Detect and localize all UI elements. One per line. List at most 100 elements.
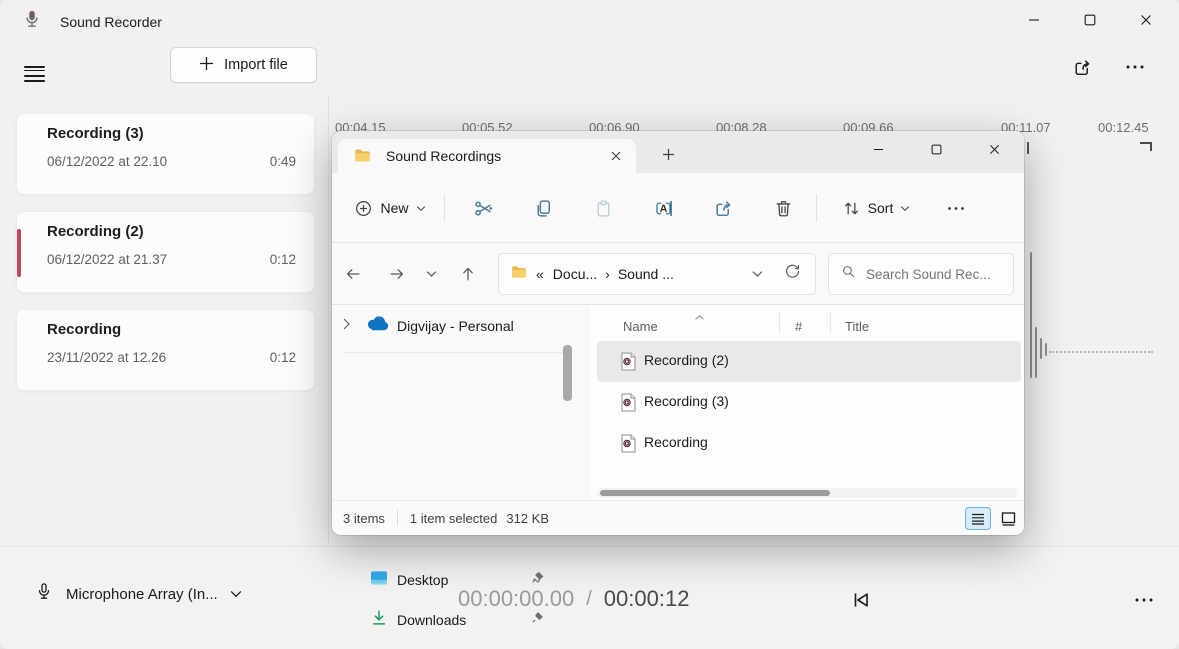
explorer-tab[interactable]: Sound Recordings bbox=[338, 139, 636, 173]
column-separator[interactable] bbox=[779, 312, 780, 334]
recording-duration: 0:49 bbox=[270, 154, 296, 169]
recording-date: 23/11/2022 at 12.26 bbox=[47, 350, 166, 365]
chevron-down-icon bbox=[230, 585, 242, 603]
minimize-icon[interactable] bbox=[1014, 5, 1054, 35]
explorer-close-icon[interactable] bbox=[968, 134, 1020, 164]
toolbar-more-icon[interactable] bbox=[936, 188, 976, 228]
column-header-name[interactable]: Name bbox=[623, 319, 658, 334]
explorer-addressbar: « Docu... › Sound ... bbox=[332, 243, 1024, 305]
up-icon[interactable] bbox=[452, 258, 484, 290]
skip-back-icon bbox=[850, 589, 872, 611]
nav-item-downloads[interactable]: Downloads bbox=[332, 603, 562, 637]
copy-icon bbox=[533, 198, 554, 219]
waveform-baseline bbox=[1049, 351, 1153, 353]
share-icon[interactable] bbox=[1064, 49, 1100, 85]
recording-name: Recording (3) bbox=[47, 125, 144, 142]
microphone-selector[interactable]: Microphone Array (In... bbox=[34, 581, 242, 607]
copy-button[interactable] bbox=[523, 188, 563, 228]
refresh-icon[interactable] bbox=[784, 263, 801, 285]
recording-name: Recording (2) bbox=[47, 223, 144, 240]
search-input[interactable] bbox=[866, 267, 1006, 282]
plus-icon bbox=[199, 56, 214, 75]
list-view-icon bbox=[971, 513, 985, 525]
timeline-tick bbox=[1027, 142, 1029, 154]
cut-button[interactable] bbox=[463, 188, 503, 228]
file-row[interactable]: Recording bbox=[597, 423, 1021, 464]
waveform-bar bbox=[1030, 252, 1032, 378]
item-count: 3 items bbox=[343, 511, 385, 526]
audio-file-icon bbox=[620, 352, 637, 376]
skip-to-start-button[interactable] bbox=[843, 582, 879, 618]
recording-date: 06/12/2022 at 21.37 bbox=[47, 252, 167, 267]
search-icon bbox=[841, 264, 856, 284]
status-divider bbox=[397, 510, 398, 526]
breadcrumb-sound-recordings[interactable]: Sound ... bbox=[618, 266, 674, 282]
large-icons-view-icon bbox=[1001, 512, 1016, 526]
nav-item-label: Downloads bbox=[397, 612, 466, 628]
transport-more-icon[interactable] bbox=[1126, 584, 1162, 616]
sort-button-label: Sort bbox=[868, 200, 894, 216]
column-header-track[interactable]: # bbox=[795, 319, 802, 334]
explorer-minimize-icon[interactable] bbox=[852, 134, 904, 164]
plus-circle-icon bbox=[354, 199, 373, 218]
close-icon[interactable] bbox=[1126, 5, 1166, 35]
file-explorer-window: Sound Recordings New bbox=[332, 131, 1024, 535]
timeline-end-marker bbox=[1140, 142, 1152, 151]
new-button[interactable]: New bbox=[346, 188, 434, 228]
transport-bar: Microphone Array (In... 00:00:00.00 / 00… bbox=[0, 546, 1179, 649]
rename-button[interactable] bbox=[643, 188, 683, 228]
time-separator: / bbox=[586, 588, 592, 611]
delete-button[interactable] bbox=[763, 188, 803, 228]
explorer-maximize-icon[interactable] bbox=[910, 134, 962, 164]
waveform-bar bbox=[1035, 327, 1037, 378]
recording-list-item-selected[interactable]: Recording (2) 06/12/2022 at 21.37 0:12 bbox=[16, 211, 315, 293]
nav-item-desktop[interactable]: Desktop bbox=[332, 563, 562, 597]
waveform-bar bbox=[1040, 338, 1042, 359]
sort-button[interactable]: Sort bbox=[832, 188, 920, 228]
nav-item-documents[interactable]: Documents bbox=[332, 643, 562, 649]
horizontal-scrollbar-thumb[interactable] bbox=[600, 490, 830, 496]
share-button[interactable] bbox=[703, 188, 743, 228]
recording-list-item[interactable]: Recording (3) 06/12/2022 at 22.10 0:49 bbox=[16, 113, 315, 195]
selected-accent-bar bbox=[17, 229, 21, 277]
recording-date: 06/12/2022 at 22.10 bbox=[47, 154, 167, 169]
search-box[interactable] bbox=[828, 253, 1014, 295]
breadcrumb-overflow-glyph[interactable]: « bbox=[536, 266, 544, 282]
selection-count: 1 item selected bbox=[410, 511, 497, 526]
horizontal-scrollbar[interactable] bbox=[597, 488, 1017, 498]
paste-button-disabled[interactable] bbox=[583, 188, 623, 228]
forward-icon[interactable] bbox=[381, 258, 413, 290]
hamburger-menu-icon[interactable] bbox=[16, 49, 52, 85]
titlebar: Sound Recorder bbox=[22, 9, 162, 34]
nav-scrollbar[interactable] bbox=[563, 345, 572, 401]
column-separator[interactable] bbox=[830, 312, 831, 334]
toolbar-divider bbox=[816, 194, 817, 222]
recent-locations-chevron-icon[interactable] bbox=[418, 258, 444, 290]
nav-item-onedrive[interactable]: Digvijay - Personal bbox=[332, 309, 562, 343]
breadcrumb-documents[interactable]: Docu... bbox=[553, 266, 597, 282]
maximize-icon[interactable] bbox=[1070, 5, 1110, 35]
chevron-down-icon bbox=[900, 205, 910, 212]
tab-close-icon[interactable] bbox=[606, 146, 626, 166]
file-name: Recording bbox=[644, 434, 708, 450]
column-header-title[interactable]: Title bbox=[845, 319, 869, 334]
new-tab-icon[interactable] bbox=[654, 142, 682, 166]
details-view-toggle[interactable] bbox=[965, 507, 991, 530]
thumbnail-view-toggle[interactable] bbox=[995, 507, 1021, 530]
more-options-icon[interactable] bbox=[1117, 49, 1153, 85]
recording-list-item[interactable]: Recording 23/11/2022 at 12.26 0:12 bbox=[16, 309, 315, 391]
file-row-selected[interactable]: Recording (2) bbox=[597, 341, 1021, 382]
pin-icon bbox=[531, 571, 544, 589]
file-name: Recording (2) bbox=[644, 352, 729, 368]
desktop-icon bbox=[370, 570, 388, 591]
back-icon[interactable] bbox=[337, 258, 369, 290]
address-dropdown-chevron-icon[interactable] bbox=[752, 265, 763, 283]
import-file-button[interactable]: Import file bbox=[170, 47, 317, 83]
explorer-tabbar: Sound Recordings bbox=[332, 131, 1024, 173]
app-window-controls bbox=[1014, 5, 1166, 35]
file-row[interactable]: Recording (3) bbox=[597, 382, 1021, 423]
address-box[interactable]: « Docu... › Sound ... bbox=[498, 253, 816, 295]
sort-ascending-caret-icon bbox=[694, 308, 705, 326]
chevron-right-icon[interactable] bbox=[342, 317, 351, 335]
chevron-down-icon bbox=[416, 205, 426, 212]
